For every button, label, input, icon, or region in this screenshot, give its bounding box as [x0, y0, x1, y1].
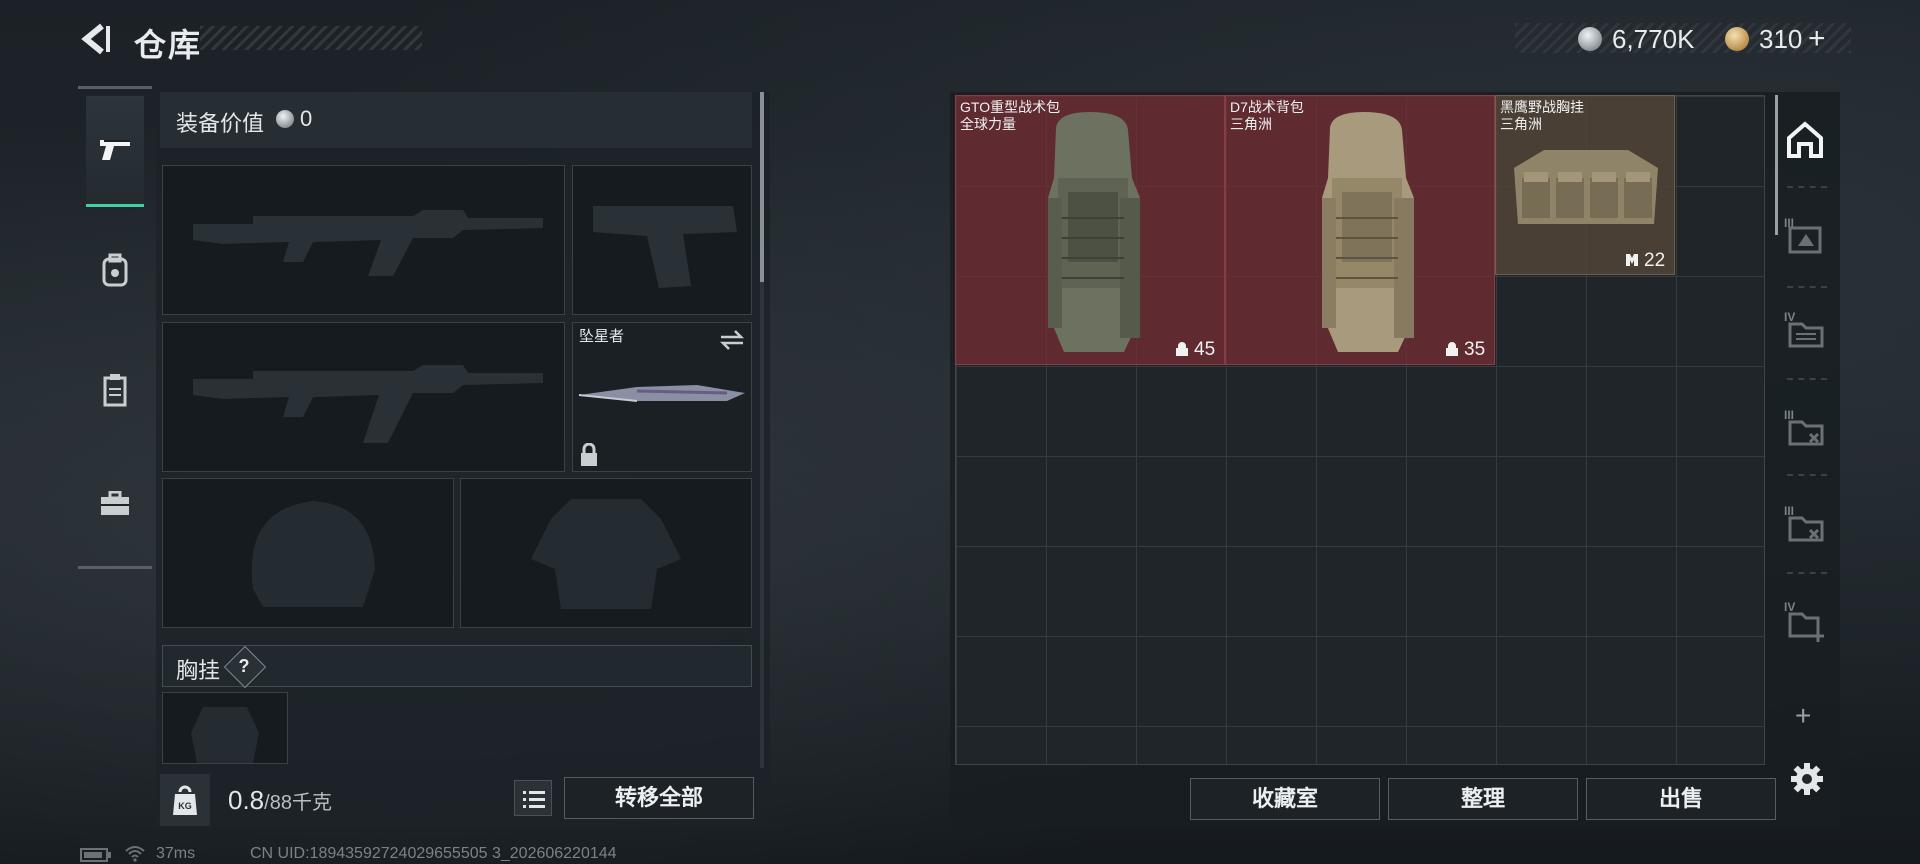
- rifle-silhouette-icon: [193, 365, 543, 443]
- rifle-silhouette-icon: [193, 210, 543, 276]
- storage-item-gto-backpack[interactable]: GTO重型战术包 全球力量 45: [955, 95, 1225, 365]
- item-brand: 三角洲: [1500, 116, 1542, 132]
- list-view-button[interactable]: [514, 780, 552, 816]
- settings-button[interactable]: [1790, 762, 1824, 796]
- equipment-value: 0: [300, 106, 313, 131]
- chest-rig-silhouette-icon: [191, 707, 259, 763]
- uid-readout: CN UID:18943592724029655505 3_2026062201…: [250, 845, 617, 862]
- tier-3-tab-icon: [1788, 516, 1824, 542]
- carry-weight-value: 0.8: [228, 785, 265, 815]
- nav-toolbox[interactable]: [86, 450, 144, 558]
- lock-icon: [581, 443, 597, 466]
- storage-tab-home[interactable]: [1785, 120, 1825, 160]
- vest-icon: [103, 374, 127, 407]
- tier-3-tab-icon: [1788, 226, 1822, 254]
- svg-text:KG: KG: [178, 801, 192, 811]
- helmet-silhouette-icon: [251, 501, 375, 607]
- storage-tab-4b[interactable]: IV: [1784, 600, 1828, 644]
- backpack-image-icon: [1048, 112, 1140, 352]
- knife-icon: [578, 385, 745, 402]
- tab-separator: [1787, 186, 1827, 188]
- nav-weapons[interactable]: [86, 96, 144, 207]
- add-currency-button[interactable]: +: [1808, 22, 1826, 56]
- item-capacity: 35: [1464, 339, 1486, 360]
- secondary-weapon-slot[interactable]: [162, 322, 565, 472]
- chest-rig-slot[interactable]: [162, 692, 288, 764]
- weight-badge: KG: [160, 774, 210, 826]
- carry-weight: 0.8/88千克: [228, 785, 332, 816]
- gold-coin-icon: [1725, 27, 1749, 51]
- item-capacity: 45: [1194, 339, 1216, 360]
- capacity-icon: [1176, 342, 1188, 356]
- silver-coin-icon: [1578, 27, 1602, 51]
- body-armor-slot[interactable]: [460, 478, 752, 628]
- storage-item-blackhawk-chest-rig[interactable]: 黑鹰野战胸挂 三角洲 22: [1495, 95, 1675, 275]
- gear-icon: [1791, 763, 1823, 795]
- primary-weapon-slot[interactable]: [162, 165, 565, 315]
- list-icon: [523, 791, 545, 808]
- home-tab-icon: [1787, 121, 1823, 158]
- ping-readout: 37ms: [156, 845, 196, 862]
- organize-button[interactable]: 整理: [1388, 778, 1578, 820]
- nav-divider-bottom: [78, 566, 152, 569]
- tier-3-tab-icon: [1788, 420, 1824, 446]
- tier-4-add-tab-icon: [1788, 612, 1824, 642]
- back-arrow-icon[interactable]: [78, 22, 112, 56]
- page-title: 仓库: [134, 27, 203, 63]
- tier-4-tab-icon: [1788, 322, 1824, 348]
- pistol-icon: [100, 140, 130, 160]
- storage-item-d7-backpack[interactable]: D7战术背包 三角洲 35: [1225, 95, 1495, 365]
- title-decoration: [200, 26, 422, 50]
- item-name: D7战术背包: [1230, 99, 1304, 115]
- collection-room-button[interactable]: 收藏室: [1190, 778, 1380, 820]
- storage-tab-3c[interactable]: III: [1784, 504, 1828, 548]
- chest-rig-image-icon: [1514, 150, 1658, 224]
- tab-separator: [1787, 286, 1827, 288]
- chest-rig-label: 胸挂: [176, 658, 221, 683]
- nav-divider-top: [78, 86, 152, 89]
- armor-silhouette-icon: [531, 499, 681, 609]
- wifi-icon: [125, 846, 145, 862]
- storage-scrollbar[interactable]: [1775, 95, 1778, 235]
- item-brand: 全球力量: [960, 116, 1016, 132]
- item-brand: 三角洲: [1230, 116, 1272, 132]
- briefcase-icon: [101, 491, 129, 515]
- help-icon[interactable]: ?: [230, 652, 258, 680]
- gold-currency-value: 310: [1759, 24, 1803, 54]
- loadout-scroll-thumb[interactable]: [760, 92, 764, 282]
- add-tab-button[interactable]: +: [1795, 700, 1811, 732]
- backpack-icon: [102, 253, 128, 287]
- capacity-icon: [1446, 342, 1458, 356]
- melee-slot[interactable]: 坠星者: [572, 322, 752, 472]
- melee-name: 坠星者: [579, 328, 625, 345]
- storage-tab-3b[interactable]: III: [1784, 408, 1828, 452]
- weight-icon: KG: [173, 785, 197, 815]
- sell-button[interactable]: 出售: [1586, 778, 1776, 820]
- silver-currency-value: 6,770K: [1612, 24, 1695, 54]
- tab-separator: [1787, 572, 1827, 574]
- helmet-slot[interactable]: [162, 478, 454, 628]
- tab-separator: [1787, 378, 1827, 380]
- item-capacity: 22: [1644, 250, 1666, 271]
- item-name: 黑鹰野战胸挂: [1500, 99, 1584, 115]
- tab-separator: [1787, 474, 1827, 476]
- backpack-image-icon: [1322, 112, 1414, 352]
- nav-armor[interactable]: [86, 336, 144, 444]
- silver-coin-icon: [276, 110, 294, 128]
- pistol-slot[interactable]: [572, 165, 752, 315]
- carry-weight-capacity: /88千克: [264, 792, 332, 814]
- capacity-icon: [1626, 254, 1638, 266]
- swap-icon[interactable]: [719, 329, 745, 351]
- equipment-value-label: 装备价值: [176, 111, 265, 136]
- pistol-silhouette-icon: [593, 206, 737, 288]
- storage-tab-3a[interactable]: III: [1784, 216, 1828, 260]
- storage-tab-4a[interactable]: IV: [1784, 310, 1828, 354]
- nav-backpack[interactable]: [86, 216, 144, 324]
- transfer-all-button[interactable]: 转移全部: [564, 777, 754, 819]
- battery-icon: [80, 848, 111, 862]
